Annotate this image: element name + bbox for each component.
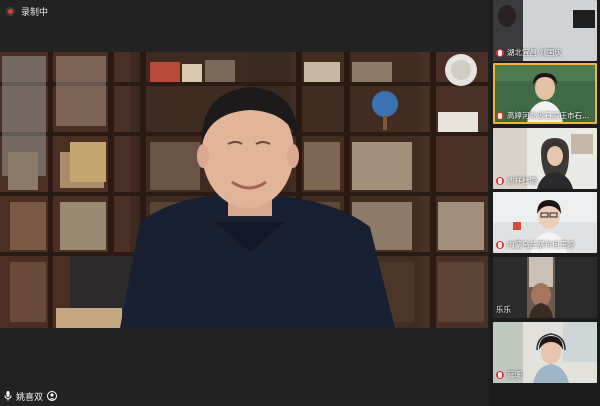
muted-mic-icon xyxy=(496,176,504,185)
participant-tile[interactable]: 乐乐 xyxy=(493,257,597,318)
participant-label: 内蒙乌兰察布何玉婷 xyxy=(496,239,575,250)
muted-mic-icon xyxy=(496,370,504,379)
microphone-icon xyxy=(4,391,12,401)
muted-mic-icon xyxy=(496,111,504,120)
participant-label: 沙祥杜瑜 xyxy=(496,175,537,186)
participant-name: 高婷河北省石家庄市石... xyxy=(507,111,590,120)
muted-mic-icon xyxy=(496,240,504,249)
network-status-icon xyxy=(47,391,58,401)
recording-label: 录制中 xyxy=(21,7,49,18)
participant-label: 高婷河北省石家庄市石... xyxy=(496,110,589,121)
participant-name: 沙祥杜瑜 xyxy=(507,176,537,185)
muted-mic-icon xyxy=(496,48,504,57)
participant-tile[interactable]: 沙祥杜瑜 xyxy=(493,128,597,189)
main-video-area: 录制中 姚喜双 xyxy=(0,0,488,406)
recording-indicator[interactable]: 录制中 xyxy=(6,3,48,19)
participant-label: 乐乐 xyxy=(496,304,511,315)
speaker-video[interactable] xyxy=(0,52,488,328)
participant-tile[interactable]: 内蒙乌兰察布何玉婷 xyxy=(493,192,597,253)
participant-label: 管珊 xyxy=(496,369,522,380)
participant-tile[interactable]: 湖北宜昌 刘国庆 xyxy=(493,0,597,61)
participant-name: 内蒙乌兰察布何玉婷 xyxy=(507,240,575,249)
self-name: 姚喜双 xyxy=(16,392,44,403)
record-icon xyxy=(6,6,15,16)
participant-tile-active[interactable]: 高婷河北省石家庄市石... xyxy=(493,63,597,124)
participant-sidebar: 湖北宜昌 刘国庆 高婷河北省石家庄市石... 沙祥杜瑜 内蒙乌兰察布何玉婷 乐乐… xyxy=(490,0,600,406)
participant-label: 湖北宜昌 刘国庆 xyxy=(496,47,562,58)
participant-name: 湖北宜昌 刘国庆 xyxy=(507,48,562,57)
participant-name: 乐乐 xyxy=(496,305,511,314)
self-name-bar: 姚喜双 xyxy=(4,389,58,403)
participant-tile[interactable]: 管珊 xyxy=(493,322,597,383)
speaker-video-scene xyxy=(0,52,488,328)
participant-name: 管珊 xyxy=(507,370,522,379)
